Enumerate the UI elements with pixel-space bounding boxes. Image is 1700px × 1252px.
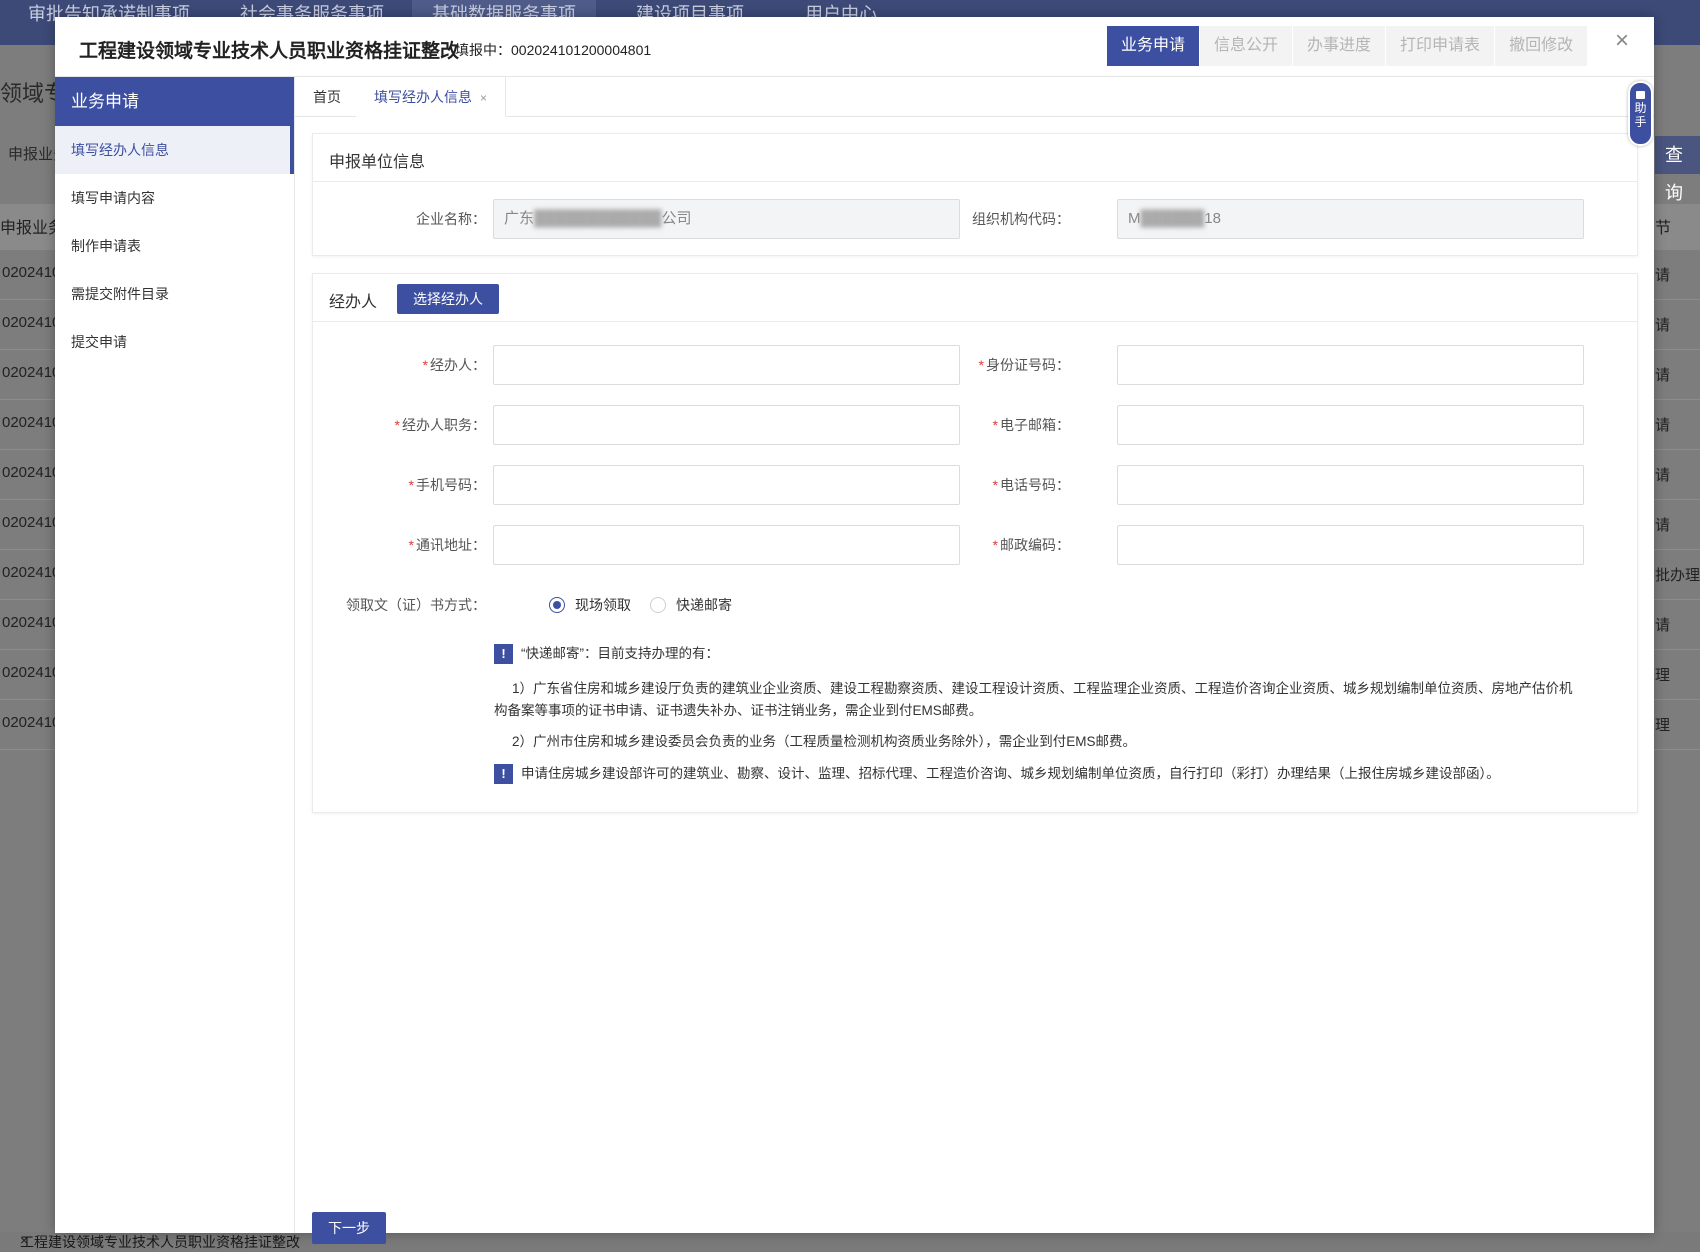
notice-item-2: 2）广州市住房和城乡建设委员会负责的业务（工程质量检测机构资质业务除外），需企业… — [512, 734, 1137, 749]
handler-card: 经办人 选择经办人 * 经办人： * 身份证号码： * 经办人职务： * 电子邮箱： *… — [312, 273, 1638, 813]
select-handler-button[interactable]: 选择经办人 — [397, 284, 499, 314]
filling-number: 填报中：002024101200004801 — [455, 42, 652, 58]
handler-label: * 经办人： — [422, 357, 486, 373]
email-input[interactable] — [1117, 405, 1584, 445]
unit-info-card: 申报单位信息 企业名称： 广东████████████公司 组织机构代码： M█… — [312, 133, 1638, 256]
pickup-method-label: 领取文（证）书方式： — [346, 597, 486, 613]
sidebar-item-handler-info[interactable]: 填写经办人信息 — [55, 126, 294, 174]
sidebar-item-make-form[interactable]: 制作申请表 — [55, 222, 294, 270]
tab-progress[interactable]: 办事进度 — [1292, 26, 1386, 66]
email-label: * 电子邮箱： — [992, 417, 1070, 433]
tab-withdraw-edit[interactable]: 撤回修改 — [1494, 26, 1588, 66]
company-name-label: 企业名称： — [416, 211, 486, 227]
org-code-label: 组织机构代码： — [972, 211, 1070, 227]
phone-input[interactable] — [1117, 465, 1584, 505]
org-code-field: M██████18 — [1117, 199, 1584, 239]
close-icon[interactable]: × — [1615, 29, 1629, 53]
sidebar-title: 业务申请 — [55, 77, 294, 126]
sidebar-item-submit[interactable]: 提交申请 — [55, 318, 294, 366]
bg-bottom-tab: 工程建设领域专业技术人员职业资格挂证整改 × — [0, 1232, 1700, 1252]
tab-close-icon[interactable]: × — [480, 91, 487, 105]
position-label: * 经办人职务： — [394, 417, 486, 433]
postcode-input[interactable] — [1117, 525, 1584, 565]
content-tabs: 首页 填写经办人信息 × — [295, 77, 1654, 117]
chat-icon — [1636, 91, 1645, 99]
bg-query-button: 查询 — [1655, 136, 1700, 203]
tab-business-apply[interactable]: 业务申请 — [1107, 26, 1200, 66]
pickup-onsite-radio[interactable] — [549, 597, 565, 613]
id-number-label: * 身份证号码： — [978, 357, 1070, 373]
tab-print-form[interactable]: 打印申请表 — [1385, 26, 1495, 66]
unit-info-title: 申报单位信息 — [329, 154, 426, 171]
modal-title: 工程建设领域专业技术人员职业资格挂证整改 — [79, 41, 460, 62]
notice-icon: ! — [494, 764, 513, 784]
pickup-express-radio[interactable] — [650, 597, 666, 613]
sidebar: 业务申请 填写经办人信息 填写申请内容 制作申请表 需提交附件目录 提交申请 — [55, 77, 295, 1233]
tab-handler-info[interactable]: 填写经办人信息 × — [356, 77, 507, 117]
notice-item-3: 申请住房城乡建设部许可的建筑业、勘察、设计、监理、招标代理、工程造价咨询、城乡规… — [521, 766, 1500, 781]
tab-info-public[interactable]: 信息公开 — [1199, 26, 1293, 66]
phone-label: * 电话号码： — [992, 477, 1070, 493]
helper-button[interactable]: 助手 — [1628, 81, 1653, 146]
address-label: * 通讯地址： — [408, 537, 486, 553]
handler-section-title: 经办人 — [329, 294, 378, 311]
id-number-input[interactable] — [1117, 345, 1584, 385]
tab-home[interactable]: 首页 — [295, 77, 360, 117]
main-content: 首页 填写经办人信息 × 申报单位信息 企业名称： 广东████████████公… — [295, 77, 1654, 1244]
notice-title: “快递邮寄”：目前支持办理的有： — [521, 646, 719, 661]
notice-item-1: 1）广东省住房和城乡建设厅负责的建筑业企业资质、建设工程勘察资质、建设工程设计资… — [494, 681, 1573, 718]
pickup-onsite-label[interactable]: 现场领取 — [575, 595, 631, 615]
next-step-button[interactable]: 下一步 — [312, 1212, 386, 1244]
modal-tabs: 业务申请 信息公开 办事进度 打印申请表 撤回修改 — [1107, 26, 1588, 66]
modal-header: 工程建设领域专业技术人员职业资格挂证整改 填报中：002024101200004… — [55, 17, 1654, 77]
mobile-label: * 手机号码： — [408, 477, 486, 493]
notice-icon: ! — [494, 644, 513, 664]
sidebar-item-application-content[interactable]: 填写申请内容 — [55, 174, 294, 222]
pickup-express-label[interactable]: 快递邮寄 — [676, 595, 732, 615]
postcode-label: * 邮政编码： — [992, 537, 1070, 553]
bg-table-header-right: 节 — [1655, 220, 1672, 237]
application-modal: 工程建设领域专业技术人员职业资格挂证整改 填报中：002024101200004… — [55, 17, 1654, 1244]
sidebar-item-attachments[interactable]: 需提交附件目录 — [55, 270, 294, 318]
